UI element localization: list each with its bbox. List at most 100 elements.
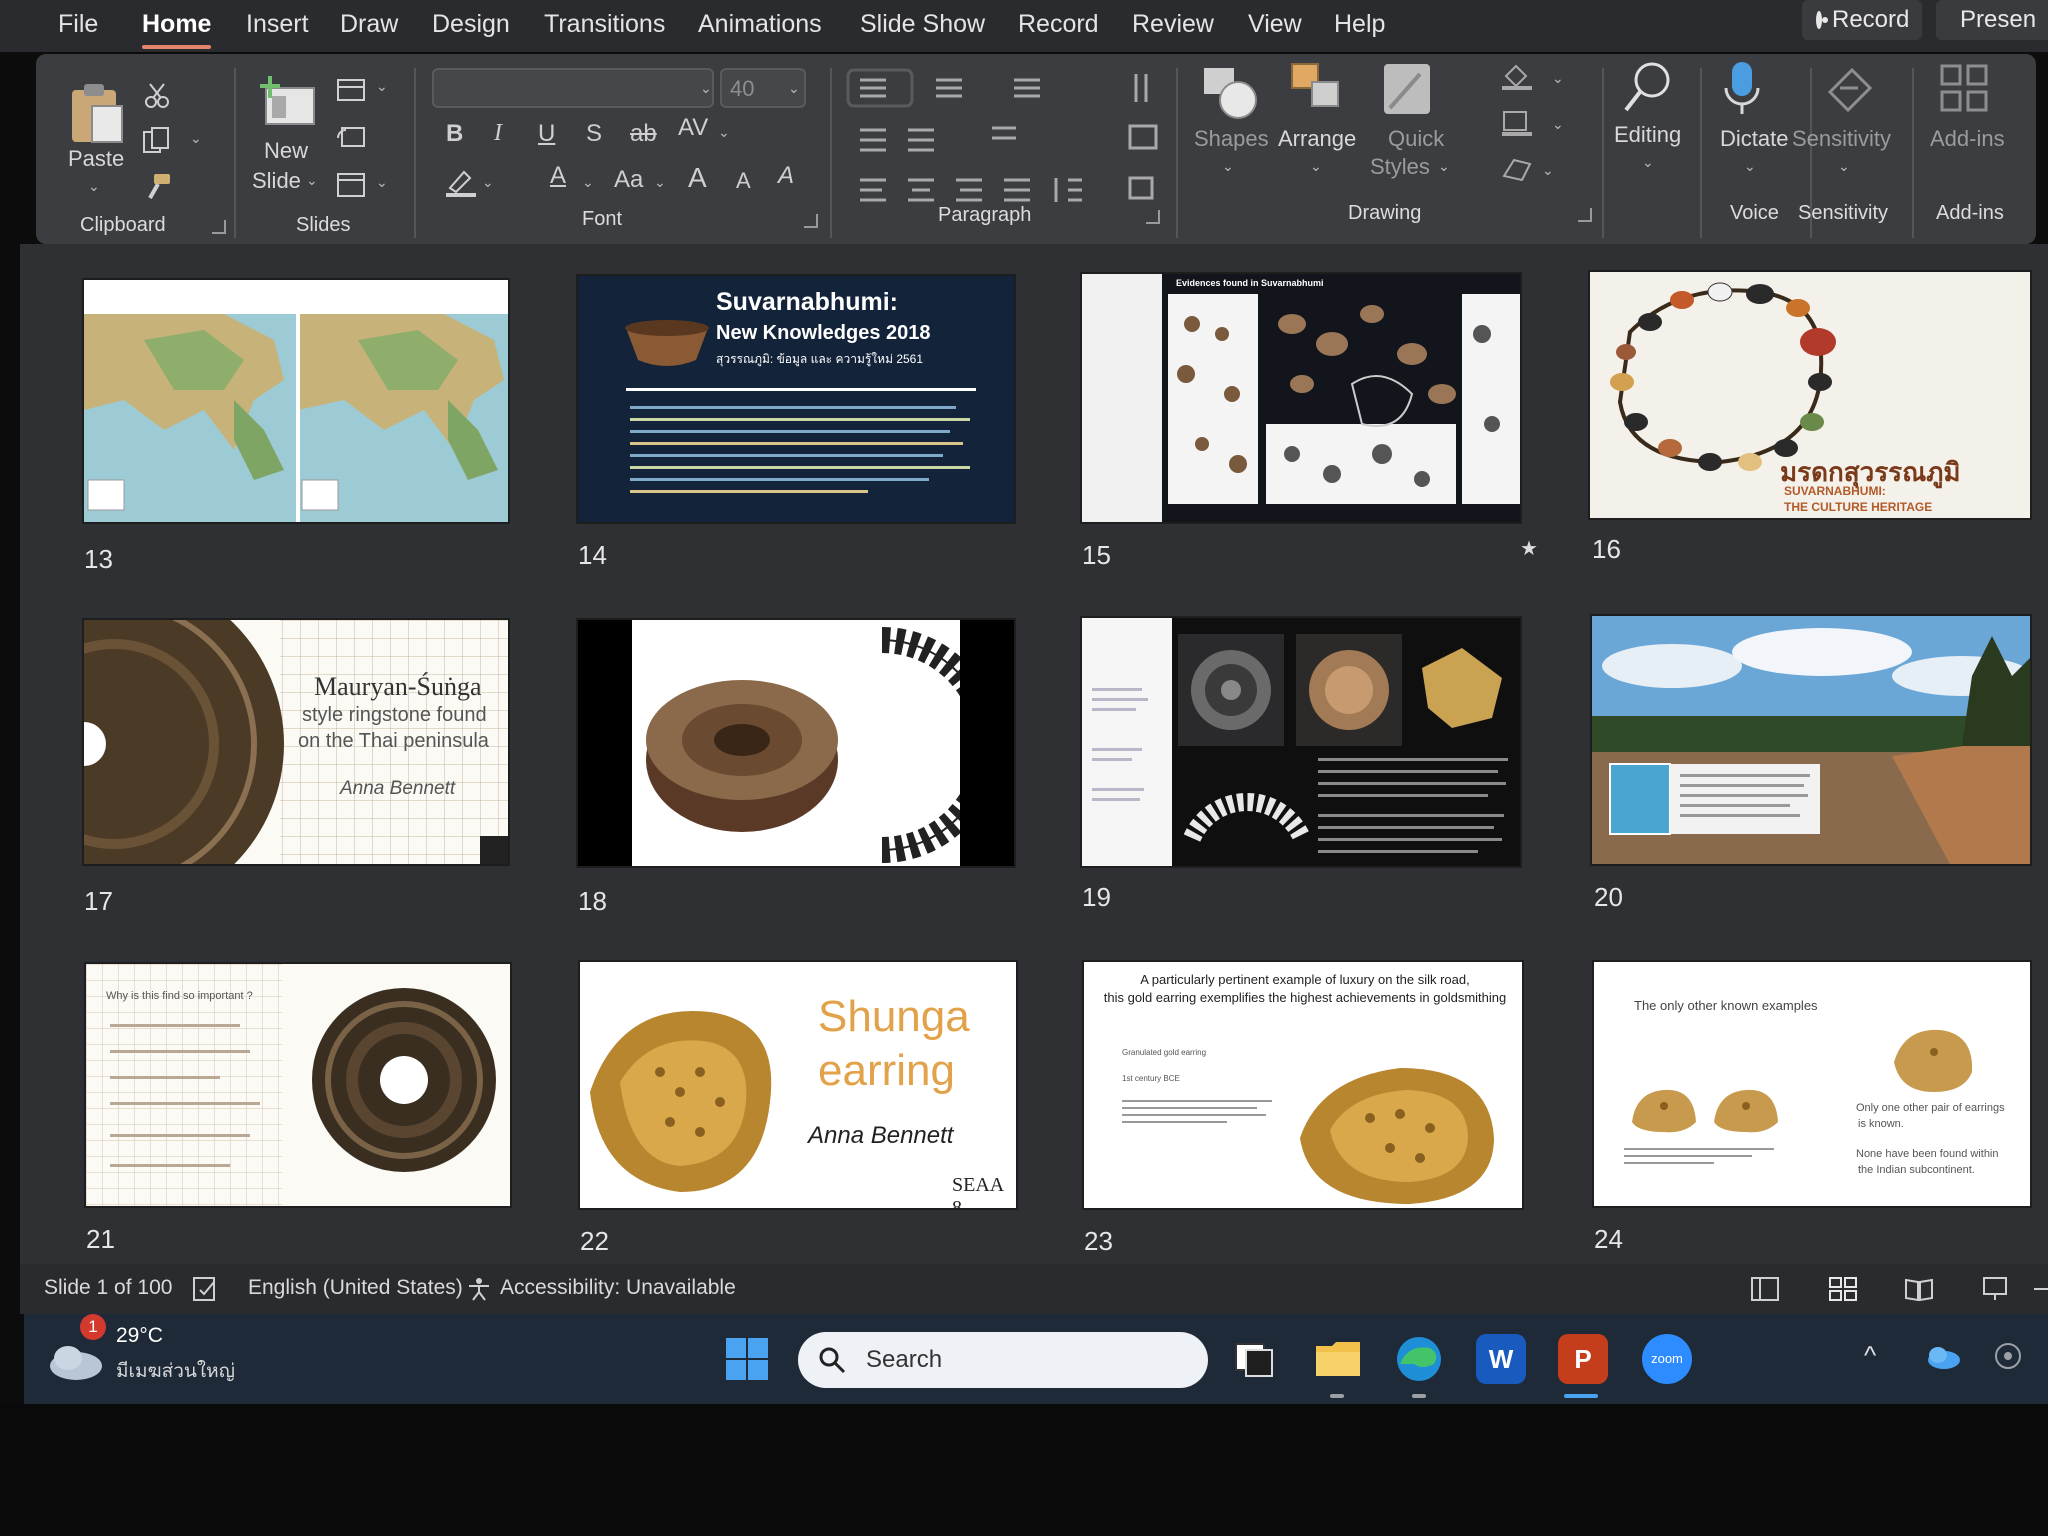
tab-draw[interactable]: Draw xyxy=(340,10,398,39)
copy-icon[interactable] xyxy=(142,126,172,154)
language-indicator[interactable]: English (United States) xyxy=(248,1276,463,1300)
editing-dropdown-icon[interactable]: ⌄ xyxy=(1642,154,1654,171)
cut-icon[interactable] xyxy=(144,82,170,108)
clipboard-launcher-icon[interactable] xyxy=(212,220,226,234)
tab-insert[interactable]: Insert xyxy=(246,10,309,39)
tab-help[interactable]: Help xyxy=(1334,10,1385,39)
slide-thumbnail-17[interactable]: Mauryan-Śuṅga style ringstone found on t… xyxy=(82,618,510,866)
slideshow-view-icon[interactable] xyxy=(1980,1276,2010,1302)
shape-fill-dropdown-icon[interactable]: ⌄ xyxy=(1552,70,1564,87)
slide-thumbnail-13[interactable] xyxy=(82,278,510,524)
drawing-launcher-icon[interactable] xyxy=(1578,208,1592,222)
task-view-icon[interactable] xyxy=(1230,1334,1280,1384)
paste-button[interactable] xyxy=(66,82,126,149)
search-editing-icon[interactable] xyxy=(1620,58,1676,118)
accessibility-icon[interactable] xyxy=(466,1276,492,1302)
slide-thumbnail-14[interactable]: Suvarnabhumi: New Knowledges 2018 สุวรรณ… xyxy=(576,274,1016,524)
font-name-input[interactable] xyxy=(432,68,714,108)
underline-button[interactable]: U xyxy=(538,120,555,148)
file-explorer-icon[interactable] xyxy=(1312,1334,1362,1384)
font-color-button[interactable]: A xyxy=(550,162,566,190)
shadow-button[interactable]: S xyxy=(586,120,602,148)
present-button[interactable]: Presen xyxy=(1936,0,2048,40)
italic-button[interactable]: I xyxy=(494,120,502,147)
word-icon[interactable]: W xyxy=(1476,1334,1526,1384)
dictate-dropdown-icon[interactable]: ⌄ xyxy=(1744,158,1756,175)
cloud-icon[interactable] xyxy=(46,1338,106,1382)
slide-thumbnail-21[interactable]: Why is this find so important ? xyxy=(84,962,512,1208)
change-case-button[interactable]: Aa xyxy=(614,166,643,194)
weather-temperature[interactable]: 29°C xyxy=(116,1324,163,1348)
add-ins-icon[interactable] xyxy=(1938,62,1992,116)
tab-slide-show[interactable]: Slide Show xyxy=(860,10,985,39)
font-color-dropdown-icon[interactable]: ⌄ xyxy=(582,174,594,191)
font-name-dropdown-icon[interactable]: ⌄ xyxy=(700,80,712,97)
tab-view[interactable]: View xyxy=(1248,10,1302,39)
shape-outline-dropdown-icon[interactable]: ⌄ xyxy=(1552,116,1564,133)
accessibility-status[interactable]: Accessibility: Unavailable xyxy=(500,1276,736,1300)
case-dropdown-icon[interactable]: ⌄ xyxy=(654,174,666,191)
layout-icon[interactable] xyxy=(336,78,366,102)
tab-animations[interactable]: Animations xyxy=(698,10,822,39)
reset-icon[interactable] xyxy=(336,124,366,150)
tab-file[interactable]: File xyxy=(58,10,98,39)
layout-dropdown-icon[interactable]: ⌄ xyxy=(376,78,388,95)
slide-thumbnail-19[interactable] xyxy=(1080,616,1522,868)
format-painter-icon[interactable] xyxy=(144,172,172,200)
weather-description[interactable]: มีเมฆส่วนใหญ่ xyxy=(116,1356,235,1386)
shapes-icon[interactable] xyxy=(1202,64,1258,124)
shape-effects-dropdown-icon[interactable]: ⌄ xyxy=(1542,162,1554,179)
paragraph-launcher-icon[interactable] xyxy=(1146,210,1160,224)
tab-record[interactable]: Record xyxy=(1018,10,1099,39)
character-spacing-button[interactable]: AV xyxy=(678,114,708,142)
slide-thumbnail-23[interactable]: A particularly pertinent example of luxu… xyxy=(1082,960,1524,1210)
quick-styles-dropdown-icon[interactable]: ⌄ xyxy=(1438,158,1450,175)
reading-view-icon[interactable] xyxy=(1904,1276,1934,1302)
section-dropdown-icon[interactable]: ⌄ xyxy=(376,174,388,191)
section-icon[interactable] xyxy=(336,172,366,198)
shape-fill-icon[interactable] xyxy=(1500,62,1534,92)
clear-formatting-button[interactable]: A xyxy=(778,162,794,190)
shape-effects-icon[interactable] xyxy=(1500,154,1534,184)
edge-browser-icon[interactable] xyxy=(1394,1334,1444,1384)
font-launcher-icon[interactable] xyxy=(804,214,818,228)
spacing-dropdown-icon[interactable]: ⌄ xyxy=(718,124,730,141)
quick-styles-icon[interactable] xyxy=(1382,62,1438,122)
slide-thumbnail-24[interactable]: The only other known examples Only one o… xyxy=(1592,960,2032,1208)
taskbar-search-box[interactable]: Search xyxy=(798,1332,1208,1388)
normal-view-icon[interactable] xyxy=(1750,1276,1780,1302)
onedrive-cloud-icon[interactable] xyxy=(1924,1342,1964,1372)
strikethrough-button[interactable]: ab xyxy=(630,120,657,148)
tab-home[interactable]: Home xyxy=(142,10,212,49)
sensitivity-icon[interactable] xyxy=(1822,62,1878,118)
paste-dropdown-icon[interactable]: ⌄ xyxy=(88,178,100,195)
highlight-dropdown-icon[interactable]: ⌄ xyxy=(482,174,494,191)
font-size-dropdown-icon[interactable]: ⌄ xyxy=(788,80,800,97)
shrink-font-button[interactable]: A xyxy=(736,168,751,194)
arrange-dropdown-icon[interactable]: ⌄ xyxy=(1310,158,1322,175)
zoom-minus-icon[interactable] xyxy=(2034,1288,2048,1290)
slide-counter[interactable]: Slide 1 of 100 xyxy=(44,1276,172,1300)
record-button[interactable]: Record xyxy=(1802,0,1922,40)
show-hidden-icons-chevron-icon[interactable]: ^ xyxy=(1864,1340,1876,1371)
sensitivity-dropdown-icon[interactable]: ⌄ xyxy=(1838,158,1850,175)
grow-font-button[interactable]: A xyxy=(688,162,707,194)
shape-outline-icon[interactable] xyxy=(1500,108,1534,138)
new-slide-dropdown-icon[interactable]: ⌄ xyxy=(306,172,318,189)
microphone-icon[interactable] xyxy=(1720,60,1764,120)
tab-review[interactable]: Review xyxy=(1132,10,1214,39)
spelling-check-icon[interactable] xyxy=(192,1276,218,1302)
slide-thumbnail-20[interactable] xyxy=(1590,614,2032,866)
slide-thumbnail-18[interactable] xyxy=(576,618,1016,868)
copy-dropdown-icon[interactable]: ⌄ xyxy=(190,130,202,147)
tab-design[interactable]: Design xyxy=(432,10,510,39)
arrange-icon[interactable] xyxy=(1290,62,1348,122)
windows-start-icon[interactable] xyxy=(724,1336,770,1382)
shapes-dropdown-icon[interactable]: ⌄ xyxy=(1222,158,1234,175)
slide-thumbnail-15[interactable]: Evidences found in Suvarnabhumi xyxy=(1080,272,1522,524)
slide-sorter-view-icon[interactable] xyxy=(1828,1276,1858,1302)
slide-thumbnail-22[interactable]: Shunga earring Anna Bennett SEAA 8 xyxy=(578,960,1018,1210)
highlighter-icon[interactable] xyxy=(444,166,478,198)
slide-thumbnail-16[interactable]: มรดกสุวรรณภูมิ SUVARNABHUMI: THE CULTURE… xyxy=(1588,270,2032,520)
powerpoint-icon[interactable]: P xyxy=(1558,1334,1608,1384)
